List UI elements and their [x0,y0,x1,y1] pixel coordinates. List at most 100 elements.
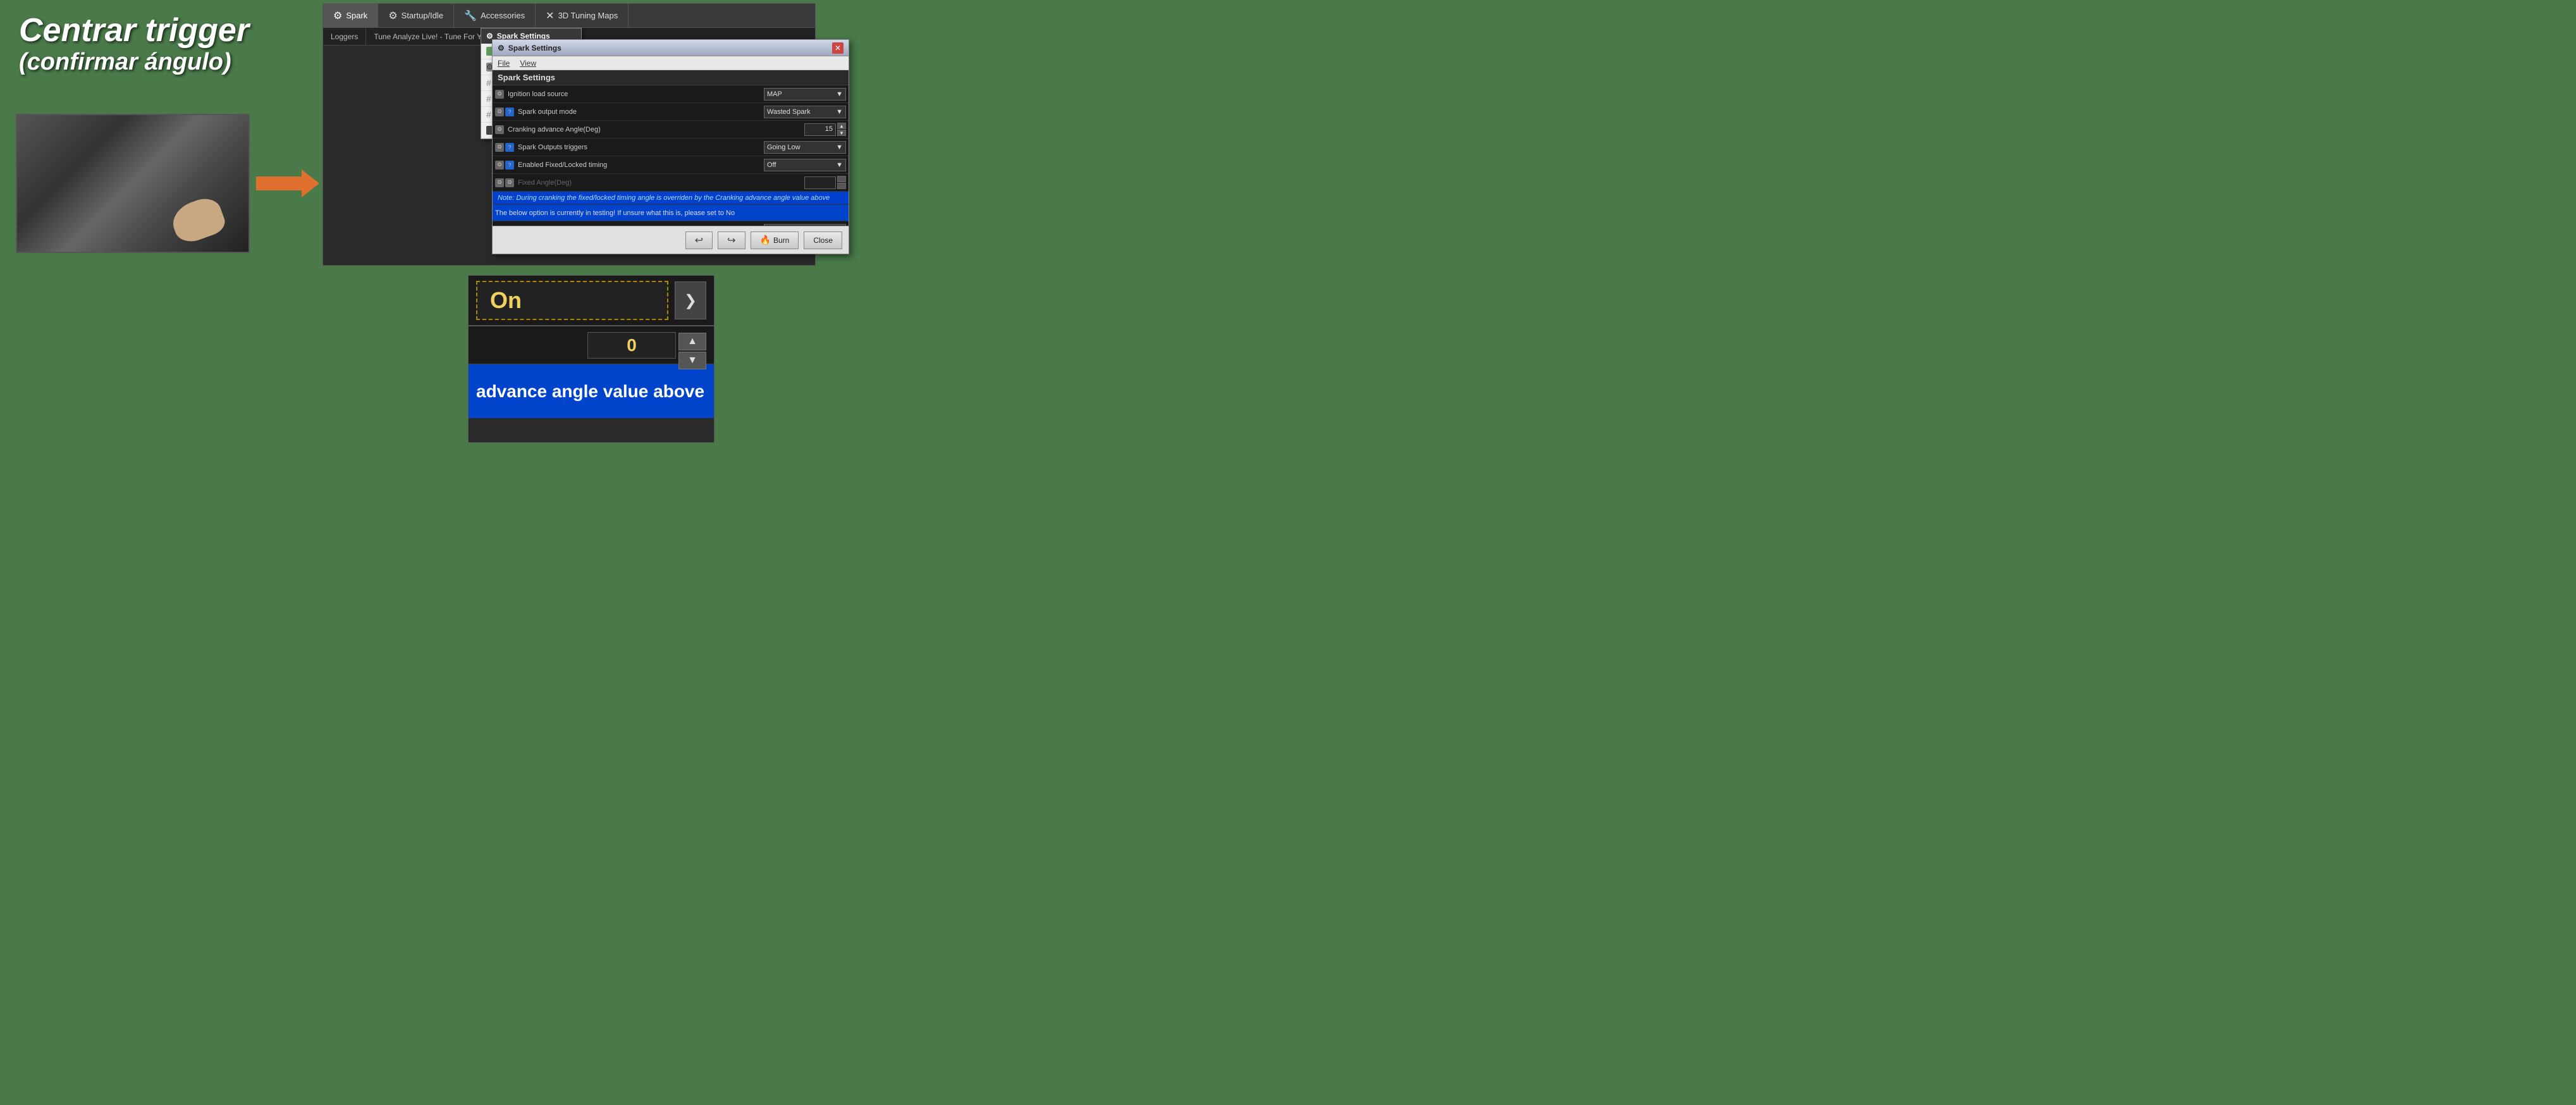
note-text: Note: During cranking the fixed/locked t… [498,194,830,202]
top-tab-bar: ⚙ Spark ⚙ Startup/Idle 🔧 Accessories ✕ 3… [323,4,815,28]
ignition-load-value: MAP [767,90,782,98]
redo-icon: ↪ [727,234,735,247]
dialog-section-title: Spark Settings [493,70,849,85]
on-value-box: On [476,281,668,320]
fixed-angle-label: Fixed Angle(Deg) [518,179,804,187]
menu-file[interactable]: File [498,59,510,68]
tab-accessories[interactable]: 🔧 Accessories [454,4,536,27]
dialog-titlebar: ⚙ Spark Settings ✕ [493,40,849,56]
spark-output-select[interactable]: Wasted Spark ▼ [764,106,846,118]
spark-triggers-value: Going Low [767,144,800,151]
spark-settings-dialog: ⚙ Spark Settings ✕ File View Spark Setti… [492,39,849,254]
spin-down-angle[interactable]: ▼ [837,183,846,189]
burn-label: Burn [773,236,789,245]
spin-up-big[interactable]: ▲ [678,333,706,350]
dialog-title-text: Spark Settings [508,44,561,52]
cranking-advance-value: 15 [825,125,833,133]
burn-button[interactable]: 🔥 Burn [751,231,799,249]
row-icon-ignition: ⚙ [495,90,504,99]
undo-icon: ↩ [695,234,703,247]
tuning-tab-icon: ✕ [546,9,554,22]
dialog-content: Spark Settings ⚙ Ignition load source MA… [493,70,849,226]
heading-area: Centrar trigger (confirmar ángulo) [19,13,249,76]
accessories-tab-icon: 🔧 [464,9,477,22]
spin-down-big[interactable]: ▼ [678,352,706,369]
tab-loggers[interactable]: Loggers [323,28,366,45]
spin-up-cranking[interactable]: ▲ [837,123,846,129]
tab-spark[interactable]: ⚙ Spark [323,4,378,27]
ignition-load-chevron: ▼ [836,90,843,98]
fixed-timing-chevron: ▼ [836,161,843,169]
tab-startup-label: Startup/Idle [402,11,444,20]
tab-3d-tuning[interactable]: ✕ 3D Tuning Maps [536,4,629,27]
bottom-panel: On ❯ 0 ▲ ▼ advance angle value above [468,275,715,443]
close-button[interactable]: Close [804,231,842,249]
cranking-advance-input[interactable]: 15 [804,123,836,136]
tab-tune-analyze[interactable]: Tune Analyze Live! - Tune For You [366,28,498,45]
row-icon-angle2: ⚙ [505,178,514,187]
row-icon-spark-output: ⚙ [495,108,504,116]
row-cranking-advance: ⚙ Cranking advance Angle(Deg) 15 ▲ ▼ [493,121,849,139]
blue-bar-text: advance angle value above [476,381,704,402]
new-ignition-select[interactable]: No ▼ [764,224,846,226]
chevron-down-icon: ❯ [684,292,697,310]
cranking-advance-spinner: ▲ ▼ [837,123,846,136]
close-label: Close [813,236,833,245]
fixed-angle-input[interactable] [804,176,836,189]
testing-text: The below option is currently in testing… [495,209,735,217]
tab-tuning-label: 3D Tuning Maps [558,11,618,20]
cranking-advance-label: Cranking advance Angle(Deg) [508,126,804,133]
fixed-timing-value: Off [767,161,776,169]
row-icon-triggers: ⚙ [495,143,504,152]
row-help-triggers[interactable]: ? [505,143,514,152]
main-heading-line1: Centrar trigger [19,13,249,49]
burn-icon: 🔥 [760,235,771,245]
main-heading-line2: (confirmar ángulo) [19,49,249,76]
row-icon-cranking: ⚙ [495,125,504,134]
spark-output-label: Spark output mode [518,108,764,116]
row-new-ignition: ⚙ Use new ignition mode No ▼ [493,221,849,226]
testing-row: The below option is currently in testing… [493,205,849,221]
row-spark-output: ⚙ ? Spark output mode Wasted Spark ▼ [493,103,849,121]
number-row: 0 [469,326,714,364]
bottom-spin-col: ▲ ▼ [678,333,706,369]
row-fixed-timing: ⚙ ? Enabled Fixed/Locked timing Off ▼ [493,156,849,174]
number-display: 0 [587,332,676,359]
dialog-footer: ↩ ↪ 🔥 Burn Close [493,226,849,254]
tab-spark-label: Spark [346,11,367,20]
dialog-title-icon: ⚙ [498,44,505,52]
dialog-close-button[interactable]: ✕ [832,42,843,54]
number-value: 0 [627,335,637,355]
row-fixed-angle: ⚙ ⚙ Fixed Angle(Deg) ▲ ▼ [493,174,849,192]
menu-view[interactable]: View [520,59,536,68]
redo-button[interactable]: ↪ [718,231,745,249]
blue-bar: advance angle value above [469,364,714,418]
on-row: On ❯ [469,276,714,326]
spin-up-angle[interactable]: ▲ [837,176,846,182]
row-spark-triggers: ⚙ ? Spark Outputs triggers Going Low ▼ [493,139,849,156]
row-help-fixed[interactable]: ? [505,161,514,170]
undo-button[interactable]: ↩ [685,231,713,249]
tune-analyze-label: Tune Analyze Live! - Tune For You [374,32,489,41]
spark-output-chevron: ▼ [836,108,843,116]
row-icon-angle: ⚙ [495,178,504,187]
dialog-title: ⚙ Spark Settings [498,44,561,52]
tab-accessories-label: Accessories [481,11,525,20]
spark-tab-icon: ⚙ [333,9,342,22]
spark-triggers-chevron: ▼ [836,144,843,151]
note-row: Note: During cranking the fixed/locked t… [493,192,849,205]
car-image [16,114,250,253]
fixed-timing-select[interactable]: Off ▼ [764,159,846,171]
tab-startup-idle[interactable]: ⚙ Startup/Idle [378,4,454,27]
spark-output-value: Wasted Spark [767,108,811,116]
ignition-load-select[interactable]: MAP ▼ [764,88,846,101]
row-icon-fixed: ⚙ [495,161,504,170]
arrow-indicator [256,171,319,196]
spark-triggers-label: Spark Outputs triggers [518,144,764,151]
on-value-text: On [490,287,522,313]
chevron-down-button[interactable]: ❯ [675,281,706,319]
spin-down-cranking[interactable]: ▼ [837,130,846,136]
row-help-spark-output[interactable]: ? [505,108,514,116]
startup-tab-icon: ⚙ [388,9,397,22]
spark-triggers-select[interactable]: Going Low ▼ [764,141,846,154]
